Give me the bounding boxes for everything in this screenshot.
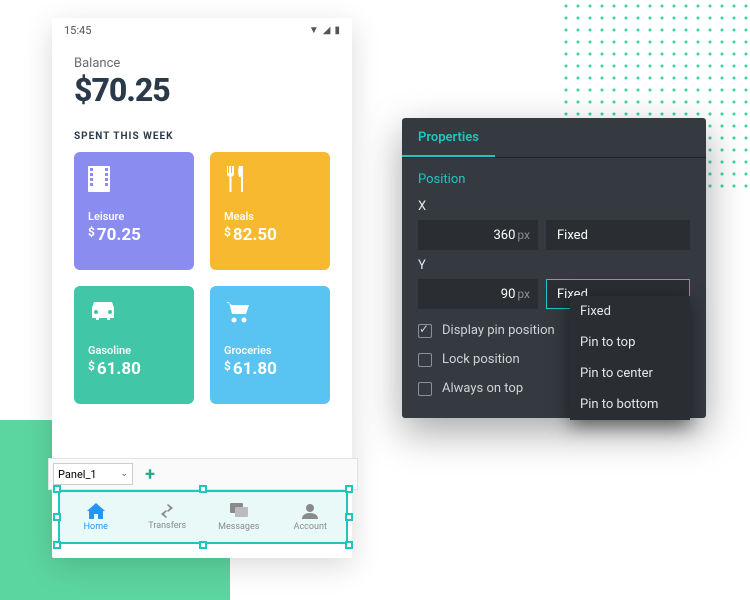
card-amount: $82.50 — [224, 225, 316, 245]
nav-messages[interactable]: Messages — [203, 492, 275, 542]
x-mode-select[interactable]: Fixed — [546, 220, 690, 250]
display-pin-checkbox[interactable] — [418, 324, 432, 338]
tab-properties[interactable]: Properties — [402, 118, 495, 157]
spent-this-week-label: SPENT THIS WEEK — [52, 117, 352, 152]
dd-option-pin-bottom[interactable]: Pin to bottom — [570, 389, 690, 420]
card-leisure[interactable]: Leisure $70.25 — [74, 152, 194, 270]
balance-amount: $70.25 — [74, 71, 330, 109]
messages-icon — [230, 503, 248, 519]
card-amount: $70.25 — [88, 225, 180, 245]
lock-position-checkbox[interactable] — [418, 353, 432, 367]
card-name: Gasoline — [88, 344, 180, 357]
properties-tabs: Properties — [402, 118, 706, 158]
nav-label: Transfers — [148, 521, 186, 531]
nav-transfers[interactable]: Transfers — [132, 492, 204, 542]
card-amount: $61.80 — [88, 359, 180, 379]
add-panel-button[interactable]: + — [139, 463, 161, 485]
resize-handle-mr[interactable] — [345, 513, 353, 521]
panel-select-value: Panel_1 — [58, 468, 97, 481]
lock-position-label: Lock position — [442, 352, 520, 367]
card-name: Groceries — [224, 344, 316, 357]
spending-cards: Leisure $70.25 Meals $82.50 Gasoline $61… — [52, 152, 352, 404]
bottom-nav: Home Transfers Messages Account — [60, 492, 346, 542]
dd-option-pin-center[interactable]: Pin to center — [570, 358, 690, 389]
status-icons: ▼ ◢ ▮ — [309, 25, 340, 36]
always-on-top-label: Always on top — [442, 381, 523, 396]
nav-label: Messages — [218, 522, 259, 532]
dd-option-fixed[interactable]: Fixed — [570, 296, 690, 327]
y-mode-dropdown: Fixed Pin to top Pin to center Pin to bo… — [570, 296, 690, 420]
account-icon — [302, 503, 318, 519]
wifi-icon: ▼ — [309, 25, 319, 36]
car-icon — [88, 300, 180, 330]
resize-handle-br[interactable] — [345, 541, 353, 549]
card-name: Meals — [224, 210, 316, 223]
nav-account[interactable]: Account — [275, 492, 347, 542]
properties-panel: Properties Position X 360px Fixed Y 90px… — [402, 118, 706, 418]
home-icon — [87, 503, 105, 519]
dd-option-pin-top[interactable]: Pin to top — [570, 327, 690, 358]
display-pin-label: Display pin position — [442, 323, 555, 338]
cutlery-icon — [224, 166, 316, 196]
selected-element[interactable]: Home Transfers Messages Account — [58, 490, 348, 544]
card-gasoline[interactable]: Gasoline $61.80 — [74, 286, 194, 404]
resize-handle-bm[interactable] — [199, 541, 207, 549]
battery-icon: ▮ — [334, 25, 340, 36]
resize-handle-tr[interactable] — [345, 485, 353, 493]
panel-select[interactable]: Panel_1 ⌄ — [53, 463, 133, 485]
balance-block: Balance $70.25 — [52, 42, 352, 117]
status-bar: 15:45 ▼ ◢ ▮ — [52, 18, 352, 42]
balance-label: Balance — [74, 56, 330, 71]
chevron-down-icon: ⌄ — [120, 469, 128, 479]
nav-label: Account — [294, 522, 327, 532]
card-name: Leisure — [88, 210, 180, 223]
y-input[interactable]: 90px — [418, 279, 538, 309]
cart-icon — [224, 300, 316, 330]
always-on-top-checkbox[interactable] — [418, 382, 432, 396]
card-meals[interactable]: Meals $82.50 — [210, 152, 330, 270]
nav-label: Home — [84, 522, 108, 532]
film-icon — [88, 166, 180, 196]
x-label: X — [418, 199, 690, 214]
nav-home[interactable]: Home — [60, 492, 132, 542]
card-amount: $61.80 — [224, 359, 316, 379]
y-label: Y — [418, 258, 690, 273]
status-time: 15:45 — [64, 24, 91, 37]
signal-icon: ◢ — [323, 25, 331, 36]
prop-x-row: X 360px Fixed — [402, 195, 706, 254]
section-position: Position — [402, 158, 706, 195]
x-input[interactable]: 360px — [418, 220, 538, 250]
transfers-icon — [158, 504, 176, 518]
resize-handle-bl[interactable] — [53, 541, 61, 549]
card-groceries[interactable]: Groceries $61.80 — [210, 286, 330, 404]
